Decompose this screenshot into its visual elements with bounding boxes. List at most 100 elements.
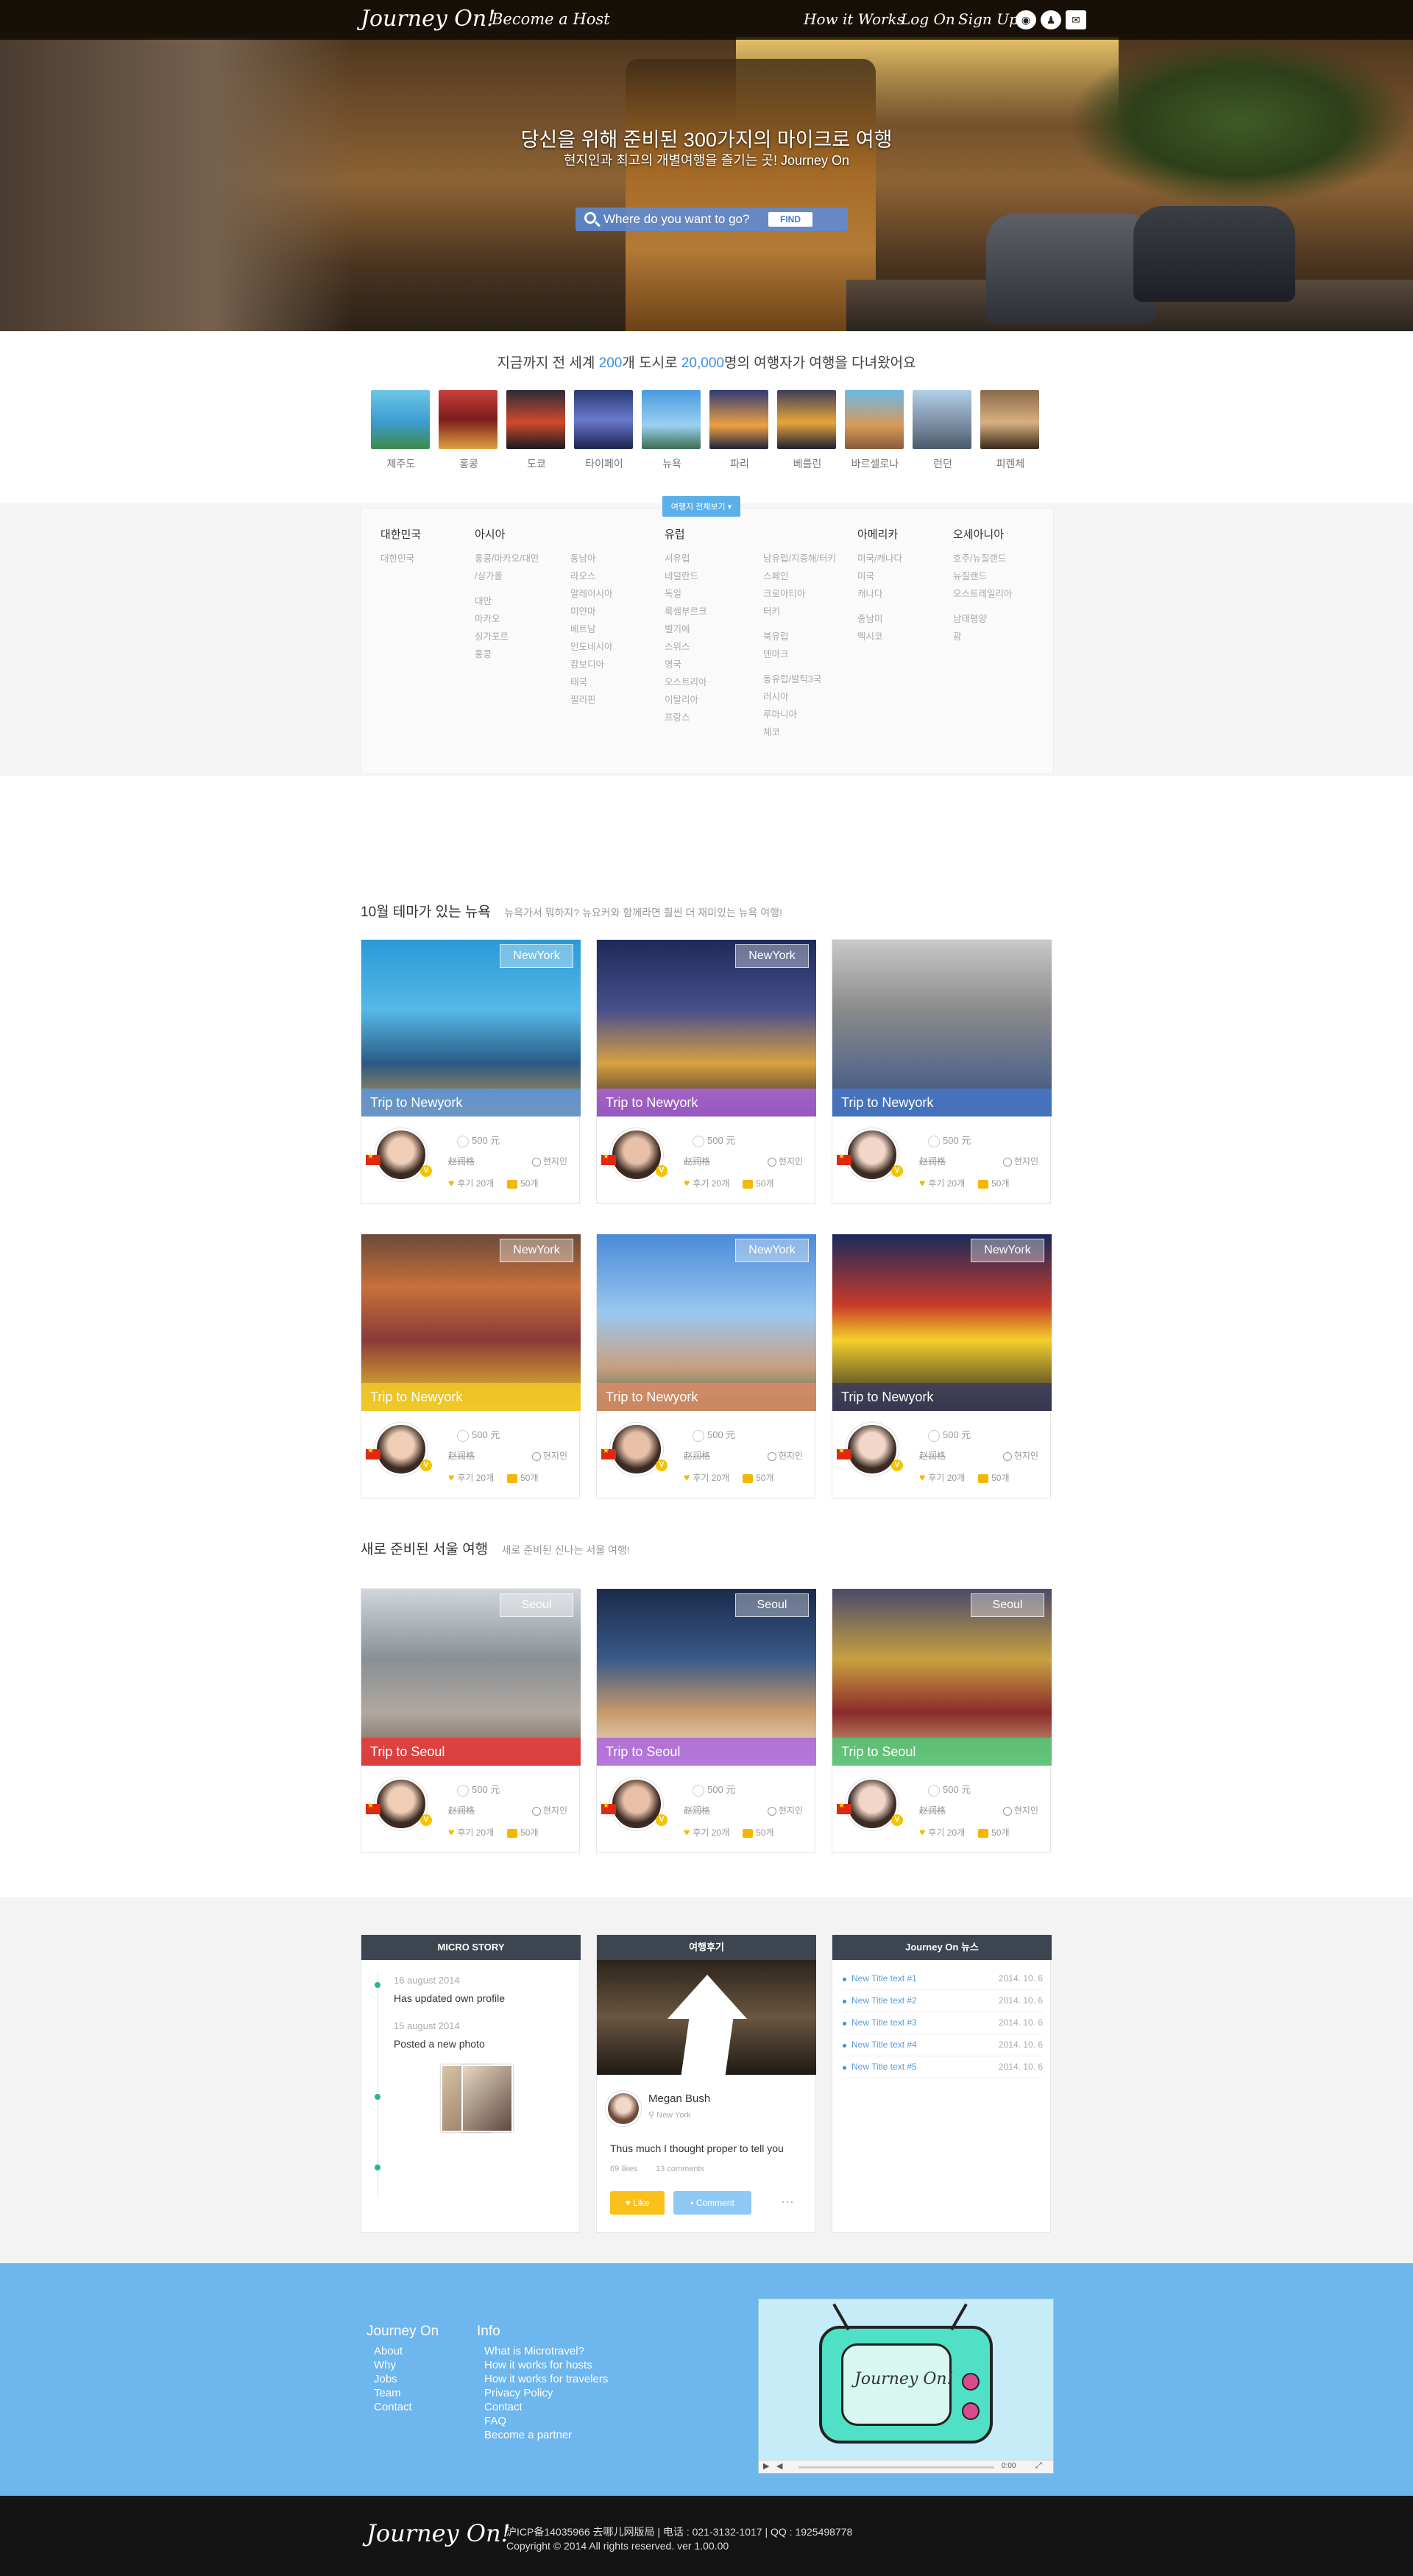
weibo-icon[interactable]: ◉: [1016, 10, 1036, 29]
region-item[interactable]: 영국: [665, 656, 707, 673]
host-name[interactable]: 赵润格: [919, 1155, 946, 1167]
host-name[interactable]: 赵润格: [684, 1449, 710, 1462]
city-label[interactable]: 런던: [913, 456, 973, 471]
card-image[interactable]: NewYork Trip to Newyork: [361, 940, 581, 1117]
card-title[interactable]: Trip to Newyork: [597, 1089, 816, 1117]
footer-link[interactable]: About: [374, 2344, 412, 2358]
region-item[interactable]: 캐나다: [857, 585, 902, 603]
region-item[interactable]: 남태평양: [953, 610, 1013, 628]
region-item[interactable]: 멕시코: [857, 628, 902, 645]
host-avatar[interactable]: [610, 1128, 663, 1181]
become-host-link[interactable]: Become a Host: [492, 10, 610, 28]
card-title[interactable]: Trip to Seoul: [832, 1738, 1052, 1766]
city-item[interactable]: 제주도: [371, 390, 431, 471]
city-item[interactable]: 도쿄: [506, 390, 567, 471]
logo[interactable]: Journey On!: [361, 6, 495, 32]
reviewer-name[interactable]: Megan Bush: [648, 2092, 710, 2105]
card-image[interactable]: Trip to Newyork: [832, 940, 1052, 1117]
region-heading[interactable]: 아메리카: [857, 526, 898, 542]
footer-link[interactable]: Why: [374, 2358, 412, 2372]
region-item[interactable]: 오스트리아: [665, 673, 707, 691]
city-label[interactable]: 타이페이: [574, 456, 634, 471]
city-item[interactable]: 뉴욕: [642, 390, 702, 471]
host-avatar[interactable]: [375, 1128, 428, 1181]
card-image[interactable]: Seoul Trip to Seoul: [832, 1589, 1052, 1766]
region-item[interactable]: 오스트레일리아: [953, 585, 1013, 603]
host-name[interactable]: 赵润格: [919, 1804, 946, 1816]
footer-link[interactable]: Privacy Policy: [484, 2386, 608, 2400]
region-item[interactable]: 인도네시아: [570, 638, 613, 656]
news-item[interactable]: New Title text #3 2014. 10. 6: [843, 2017, 1043, 2028]
host-avatar[interactable]: [846, 1777, 899, 1830]
news-title[interactable]: New Title text #1: [843, 1973, 917, 1984]
footer-link[interactable]: FAQ: [484, 2414, 608, 2428]
more-icon[interactable]: ···: [781, 2194, 794, 2209]
city-item[interactable]: 런던: [913, 390, 973, 471]
trip-card[interactable]: NewYorkTrip to NewyorkV500 元赵润格현지인♥후기 20…: [361, 1234, 581, 1498]
region-item[interactable]: 서유럽: [665, 550, 707, 567]
region-item[interactable]: 루마니아: [763, 706, 836, 723]
host-avatar[interactable]: [610, 1777, 663, 1830]
host-name[interactable]: 赵润格: [919, 1449, 946, 1462]
region-item[interactable]: 베트남: [570, 620, 613, 638]
region-item[interactable]: 벨기에: [665, 620, 707, 638]
city-label[interactable]: 도쿄: [506, 456, 567, 471]
region-item[interactable]: 크로아티아: [763, 585, 836, 603]
region-heading[interactable]: 오세아니아: [953, 526, 1004, 542]
footer-link[interactable]: Contact: [374, 2400, 412, 2414]
region-item[interactable]: 프랑스: [665, 709, 707, 726]
log-on-link[interactable]: Log On: [901, 10, 955, 28]
region-item[interactable]: 네덜란드: [665, 567, 707, 585]
city-label[interactable]: 피렌체: [980, 456, 1041, 471]
region-item[interactable]: 대한민국: [380, 550, 414, 567]
city-label[interactable]: 베를린: [777, 456, 837, 471]
how-it-works-link[interactable]: How it Works: [804, 10, 904, 28]
volume-icon[interactable]: ◀: [776, 2461, 782, 2471]
host-name[interactable]: 赵润格: [684, 1804, 710, 1816]
news-title[interactable]: New Title text #2: [843, 1995, 917, 2006]
host-name[interactable]: 赵润格: [684, 1155, 710, 1167]
region-item[interactable]: 스위스: [665, 638, 707, 656]
trip-card[interactable]: Seoul Trip to Seoul V 500 元赵润格 현지인 ♥후기 20개 50개: [596, 1588, 816, 1853]
host-name[interactable]: 赵润格: [448, 1804, 475, 1816]
host-avatar[interactable]: [846, 1128, 899, 1181]
city-item[interactable]: 홍콩: [439, 390, 499, 471]
region-item[interactable]: 체코: [763, 723, 836, 741]
city-thumbnail[interactable]: [371, 390, 430, 449]
city-thumbnail[interactable]: [913, 390, 971, 449]
region-item[interactable]: 미국: [857, 567, 902, 585]
city-thumbnail[interactable]: [709, 390, 768, 449]
host-name[interactable]: 赵润格: [448, 1449, 475, 1462]
find-button[interactable]: FIND: [768, 212, 812, 227]
region-item[interactable]: 캄보디아: [570, 656, 613, 673]
play-icon[interactable]: ▶: [763, 2461, 769, 2471]
city-label[interactable]: 뉴욕: [642, 456, 702, 471]
region-item[interactable]: 홍콩: [475, 645, 539, 663]
comment-button[interactable]: ▪ Comment: [673, 2191, 751, 2215]
card-image[interactable]: NewYork Trip to Newyork: [597, 1234, 816, 1411]
region-item[interactable]: 뉴질랜드: [953, 567, 1013, 585]
city-item[interactable]: 바르셀로나: [845, 390, 905, 471]
city-thumbnail[interactable]: [845, 390, 904, 449]
region-item[interactable]: 동유럽/발틱3국: [763, 670, 836, 688]
card-title[interactable]: Trip to Newyork: [361, 1383, 581, 1411]
city-thumbnail[interactable]: [506, 390, 565, 449]
trip-card[interactable]: NewYorkTrip to NewyorkV500 元赵润格현지인♥후기 20…: [596, 1234, 816, 1498]
trip-card[interactable]: Seoul Trip to Seoul V 500 元赵润格 현지인 ♥후기 20개 50개: [361, 1588, 581, 1853]
region-item[interactable]: /싱가폴: [475, 567, 539, 585]
host-avatar[interactable]: [375, 1423, 428, 1476]
region-item[interactable]: 덴마크: [763, 645, 836, 663]
card-title[interactable]: Trip to Newyork: [832, 1089, 1052, 1117]
host-name[interactable]: 赵润格: [448, 1155, 475, 1167]
footer-link[interactable]: How it works for travelers: [484, 2372, 608, 2386]
region-item[interactable]: 필리핀: [570, 691, 613, 709]
region-item[interactable]: 동남아: [570, 550, 613, 567]
news-title[interactable]: New Title text #5: [843, 2062, 917, 2072]
sign-up-link[interactable]: Sign Up: [958, 10, 1019, 28]
city-thumbnail[interactable]: [574, 390, 633, 449]
video-progress[interactable]: [798, 2466, 994, 2469]
card-title[interactable]: Trip to Newyork: [597, 1383, 816, 1411]
region-item[interactable]: 미국/캐나다: [857, 550, 902, 567]
news-title[interactable]: New Title text #4: [843, 2039, 917, 2050]
view-all-destinations-button[interactable]: 여행지 전체보기 ▾: [662, 496, 740, 517]
